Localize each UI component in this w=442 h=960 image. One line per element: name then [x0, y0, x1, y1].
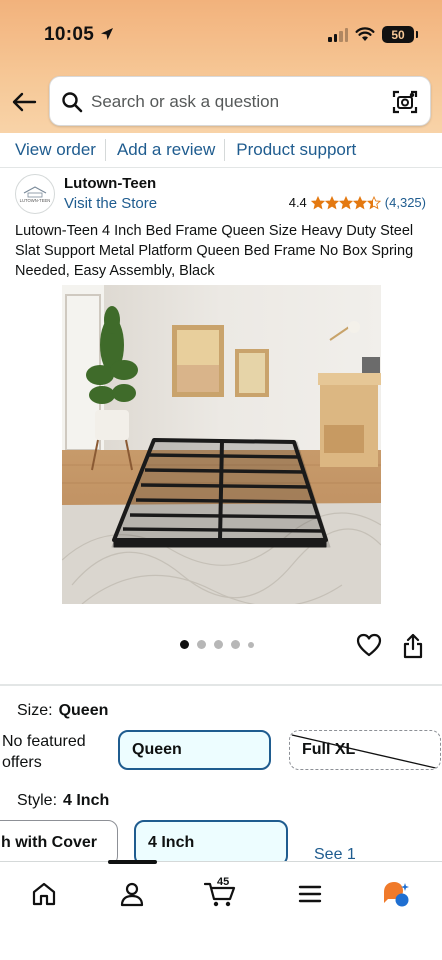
product-image[interactable] — [62, 285, 381, 604]
share-icon — [403, 633, 423, 659]
carousel-dot[interactable] — [180, 640, 189, 649]
unavailable-strike — [291, 734, 440, 769]
style-option-label: 4 Inch — [148, 834, 195, 851]
size-option-full-xl[interactable]: Full XL — [289, 730, 441, 770]
carousel-dot[interactable] — [214, 640, 223, 649]
style-label: Style: 4 Inch — [17, 792, 110, 809]
wishlist-button[interactable] — [356, 633, 382, 662]
view-order-link[interactable]: View order — [0, 140, 107, 160]
brand-logo[interactable]: LUTOWN-TEEN — [15, 174, 55, 214]
product-support-link[interactable]: Product support — [224, 139, 367, 161]
star-icon — [324, 195, 339, 209]
menu-icon — [298, 885, 322, 903]
tab-account[interactable] — [117, 879, 147, 909]
section-divider — [0, 684, 442, 686]
status-indicators: 50 — [328, 26, 418, 43]
bed-frame-photo — [62, 285, 381, 604]
search-bar[interactable]: Search or ask a question — [49, 76, 431, 126]
cellular-signal-icon — [328, 27, 348, 42]
active-tab-indicator — [108, 860, 157, 864]
cart-count-badge: 45 — [217, 876, 230, 888]
product-title: Lutown-Teen 4 Inch Bed Frame Queen Size … — [15, 223, 414, 279]
size-selected-value: Queen — [58, 702, 109, 719]
brand-logo-image: LUTOWN-TEEN — [20, 186, 51, 203]
rating-count[interactable]: (4,325) — [385, 195, 426, 210]
star-icon — [310, 195, 325, 209]
arrow-left-icon — [12, 92, 37, 112]
style-option-with-cover[interactable]: h with Cover — [0, 820, 118, 866]
search-input[interactable]: Search or ask a question — [91, 92, 279, 112]
tab-home[interactable] — [29, 879, 59, 909]
rating-value: 4.4 — [288, 195, 307, 210]
carousel-dot[interactable] — [248, 641, 254, 648]
style-selected-value: 4 Inch — [63, 792, 110, 809]
image-carousel-dots[interactable] — [180, 640, 254, 649]
battery-icon: 50 — [382, 26, 418, 43]
size-label: Size: Queen — [17, 702, 109, 719]
svg-text:LUTOWN-TEEN: LUTOWN-TEEN — [20, 198, 51, 203]
rating-summary[interactable]: 4.4 (4,325) — [289, 195, 426, 210]
status-time: 10:05 — [44, 24, 95, 45]
order-links: View order Add a review Product support — [0, 133, 442, 167]
carousel-dot[interactable] — [231, 640, 240, 649]
person-icon — [120, 882, 144, 907]
visit-store-link[interactable]: Visit the Store — [64, 195, 157, 212]
location-arrow-icon — [101, 28, 113, 40]
size-option-queen[interactable]: Queen — [118, 730, 271, 770]
search-icon — [62, 92, 83, 113]
star-icon — [352, 195, 367, 209]
star-rating-icon — [310, 195, 381, 210]
back-button[interactable] — [10, 88, 38, 116]
wifi-icon — [355, 27, 375, 41]
top-header: 10:05 50 Search or ask a question — [0, 0, 442, 133]
star-icon — [338, 195, 353, 209]
style-option-label: h with Cover — [1, 834, 98, 851]
size-option-label: Queen — [132, 741, 182, 758]
no-featured-offers-text: No featured offers — [2, 733, 86, 771]
brand-name: Lutown-Teen — [64, 175, 157, 192]
home-icon — [32, 882, 56, 906]
heart-icon — [356, 633, 382, 657]
star-icon — [366, 195, 381, 209]
camera-lens-icon[interactable] — [392, 89, 418, 115]
tab-rufus[interactable] — [381, 879, 411, 909]
carousel-dot[interactable] — [197, 640, 206, 649]
add-review-link[interactable]: Add a review — [104, 139, 226, 161]
divider — [0, 167, 442, 168]
tab-menu[interactable] — [295, 879, 325, 909]
rufus-assistant-icon — [384, 882, 409, 907]
style-option-4-inch[interactable]: 4 Inch — [134, 820, 288, 866]
share-button[interactable] — [402, 633, 424, 664]
